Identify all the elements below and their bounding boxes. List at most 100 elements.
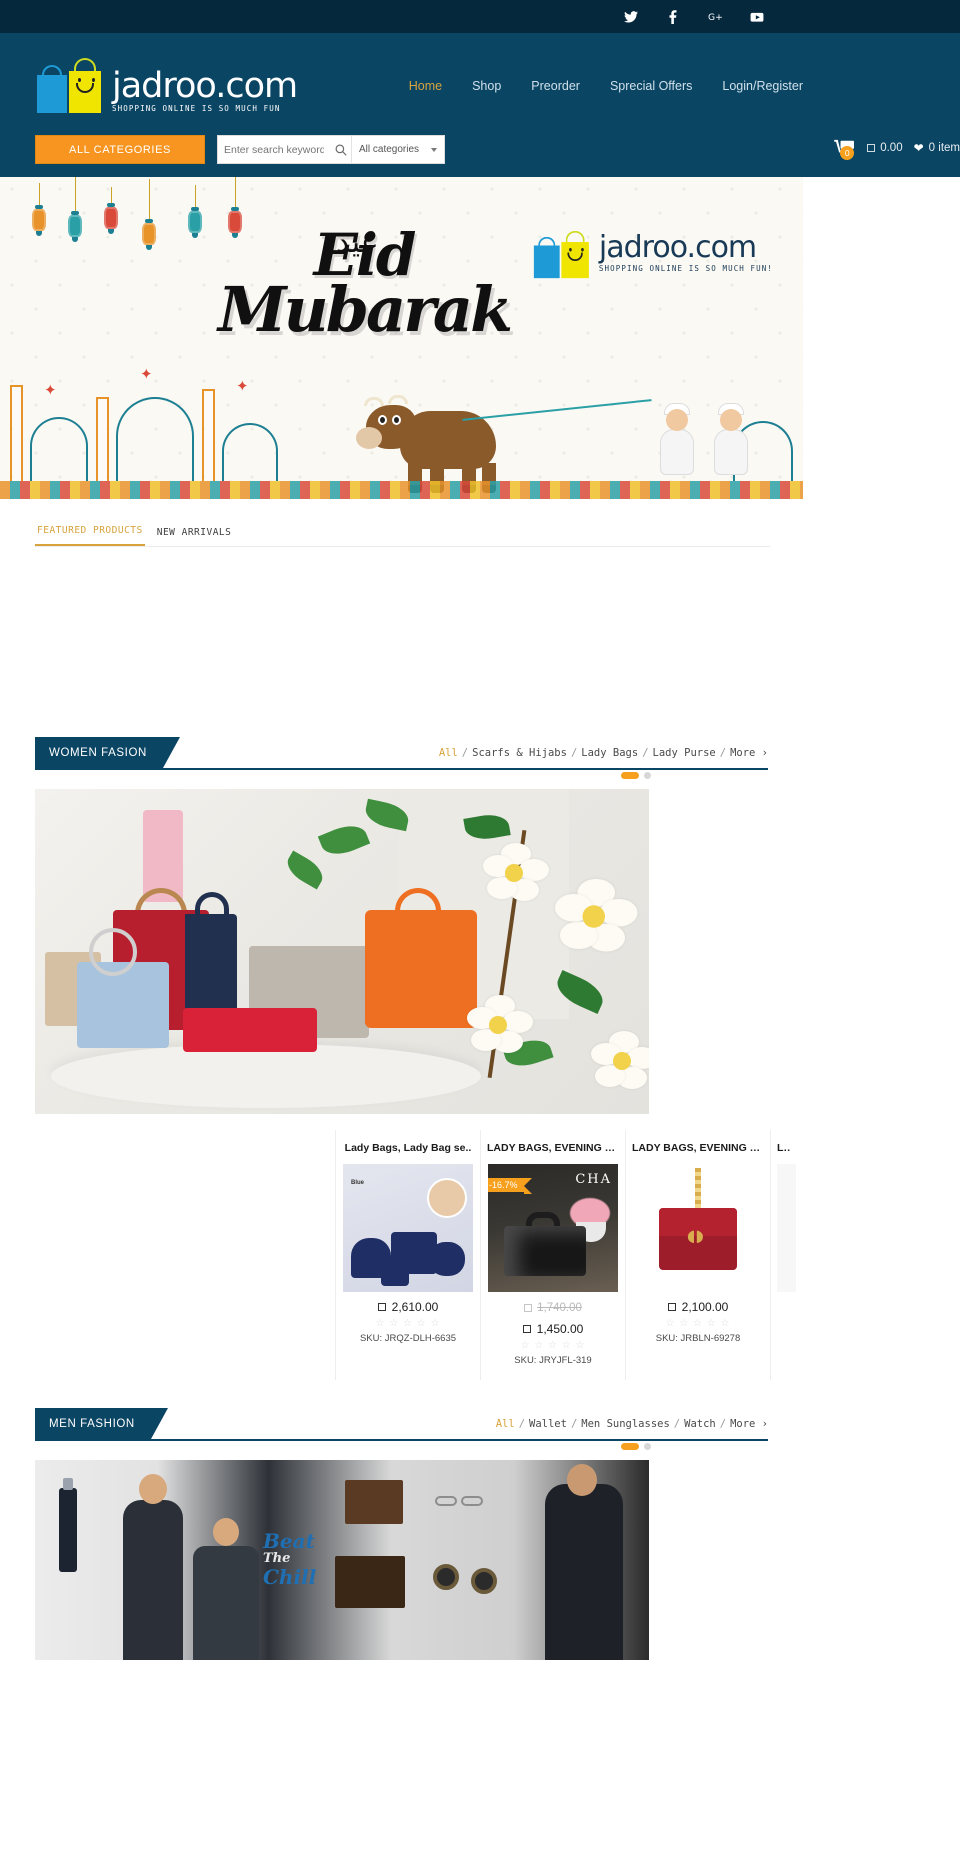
- taka-symbol-icon: [377, 1303, 386, 1311]
- model-3-head: [567, 1464, 597, 1496]
- category-select[interactable]: All categories: [352, 136, 444, 163]
- sunglasses-product-1: [435, 1496, 457, 1506]
- product-title[interactable]: LADY BAGS, EVENING B...: [487, 1142, 619, 1156]
- logo-tagline: SHOPPING ONLINE IS SO MUCH FUN: [112, 104, 281, 113]
- banner-logo-name: jadroo.com: [598, 230, 757, 265]
- watch-product-1: [433, 1564, 459, 1590]
- cart-area: 0 0.00 ❤ 0 item: [834, 139, 960, 160]
- product-price: 1,450.00: [487, 1322, 619, 1336]
- women-category-banner-image[interactable]: [35, 789, 649, 1114]
- nav-item-login-register[interactable]: Login/Register: [722, 79, 803, 93]
- banner-logo-bags-icon: [533, 230, 589, 279]
- eid-promo-banner[interactable]: عيد Eid Mubarak jadroo.com SHOPPING ONLI…: [0, 177, 803, 499]
- product-image[interactable]: ◖◗: [633, 1164, 763, 1292]
- women-link-all[interactable]: All: [439, 747, 458, 759]
- product-sku: SKU: JRYJFL-319: [514, 1355, 592, 1366]
- google-plus-icon[interactable]: G+: [708, 10, 722, 24]
- women-link-lady-bags[interactable]: Lady Bags: [581, 747, 638, 759]
- model-3: [545, 1484, 623, 1660]
- product-price-value: 2,100.00: [681, 1300, 729, 1314]
- chevron-down-icon: [431, 147, 437, 152]
- men-banner-text-bot: Chill: [263, 1565, 317, 1589]
- nav-item-preorder[interactable]: Preorder: [531, 79, 580, 93]
- women-link-more[interactable]: More ›: [730, 747, 768, 759]
- product-image[interactable]: Blue: [343, 1164, 473, 1292]
- taka-symbol-icon: [667, 1303, 676, 1311]
- model-1: [123, 1500, 183, 1660]
- svg-text:G+: G+: [708, 13, 722, 23]
- nav-item-special-offers[interactable]: Sprecial Offers: [610, 79, 692, 93]
- product-card[interactable]: LADY: [770, 1130, 796, 1380]
- taka-symbol-icon: [522, 1325, 531, 1333]
- tab-featured-products[interactable]: FEATURED PRODUCTS: [35, 521, 145, 546]
- men-banner-headline: Beat The Chill: [263, 1531, 317, 1589]
- model-1-head: [139, 1474, 167, 1504]
- carousel-dot-1[interactable]: [621, 772, 639, 779]
- facebook-icon[interactable]: [666, 9, 680, 24]
- product-rating[interactable]: ☆ ☆ ☆ ☆ ☆: [342, 1318, 474, 1329]
- men-category-banner-image[interactable]: Beat The Chill: [35, 1460, 649, 1660]
- men-link-watch[interactable]: Watch: [684, 1418, 716, 1430]
- women-product-row: Lady Bags, Lady Bag se.. Blue 2,610.00 ☆…: [35, 1130, 838, 1380]
- product-card[interactable]: LADY BAGS, EVENING B... -16.7% CHA 1,740…: [480, 1130, 625, 1380]
- taka-symbol-icon: [867, 144, 876, 152]
- cart-count-badge: 0: [840, 146, 855, 160]
- men-link-wallet[interactable]: Wallet: [529, 1418, 567, 1430]
- women-link-lady-purse[interactable]: Lady Purse: [653, 747, 716, 759]
- sunglasses-product-2: [461, 1496, 483, 1506]
- product-rating[interactable]: ☆ ☆ ☆ ☆ ☆: [487, 1340, 619, 1351]
- tab-new-arrivals[interactable]: NEW ARRIVALS: [155, 523, 234, 546]
- nav-item-home[interactable]: Home: [409, 79, 442, 93]
- women-carousel-dots: [621, 772, 651, 779]
- product-card[interactable]: Lady Bags, Lady Bag se.. Blue 2,610.00 ☆…: [335, 1130, 480, 1380]
- heart-icon: ❤: [913, 141, 924, 155]
- banner-logo-tagline: SHOPPING ONLINE IS SO MUCH FUN!: [598, 264, 773, 273]
- carousel-dot-2[interactable]: [644, 772, 651, 779]
- banner-logo: jadroo.com SHOPPING ONLINE IS SO MUCH FU…: [533, 227, 773, 279]
- main-navigation: Home Shop Preorder Sprecial Offers Login…: [409, 79, 803, 93]
- logo-name: jadroo.com: [112, 66, 298, 106]
- men-link-all[interactable]: All: [496, 1418, 515, 1430]
- cart-icon[interactable]: 0: [834, 139, 856, 160]
- search-input[interactable]: [218, 136, 330, 163]
- search-icon[interactable]: [330, 136, 352, 163]
- product-price-value: 1,450.00: [536, 1322, 584, 1336]
- site-logo[interactable]: jadroo.com SHOPPING ONLINE IS SO MUCH FU…: [36, 58, 298, 113]
- product-rating[interactable]: ☆ ☆ ☆ ☆ ☆: [632, 1318, 764, 1329]
- all-categories-button[interactable]: ALL CATEGORIES: [35, 135, 205, 164]
- product-old-price-value: 1,740.00: [537, 1302, 582, 1314]
- watch-product-2: [471, 1568, 497, 1594]
- product-tabs: FEATURED PRODUCTS NEW ARRIVALS: [35, 521, 770, 547]
- product-sku: SKU: JRQZ-DLH-6635: [359, 1333, 457, 1344]
- child-illustration-1: [660, 403, 694, 475]
- women-section-links: All / Scarfs & Hijabs / Lady Bags / Lady Pu…: [438, 746, 768, 759]
- product-title[interactable]: LADY BAGS, EVENING B...: [632, 1142, 764, 1156]
- men-section-title: MEN FASHION: [35, 1408, 168, 1439]
- youtube-icon[interactable]: [750, 10, 764, 24]
- section-women-fasion: WOMEN FASION All / Scarfs & Hijabs / Lady …: [0, 737, 803, 1380]
- wallet-product-2: [335, 1556, 405, 1608]
- top-bar: G+: [0, 0, 960, 33]
- wishlist-items[interactable]: ❤ 0 item: [914, 141, 960, 155]
- twitter-icon[interactable]: [624, 10, 638, 24]
- men-carousel-dots: [621, 1443, 651, 1450]
- product-title[interactable]: Lady Bags, Lady Bag se..: [342, 1142, 474, 1156]
- logo-bags-icon: [36, 58, 108, 113]
- product-image[interactable]: [777, 1164, 796, 1292]
- carousel-dot-2[interactable]: [644, 1443, 651, 1450]
- carousel-dot-1[interactable]: [621, 1443, 639, 1450]
- nav-item-shop[interactable]: Shop: [472, 79, 501, 93]
- product-price: 2,100.00: [632, 1300, 764, 1314]
- product-image[interactable]: -16.7% CHA: [488, 1164, 618, 1292]
- tab-content-panel: [0, 547, 803, 737]
- men-link-more[interactable]: More ›: [730, 1418, 768, 1430]
- product-title[interactable]: LADY: [777, 1142, 790, 1156]
- discount-badge: -16.7%: [488, 1178, 531, 1194]
- eid-arabic-text: عيد: [336, 225, 379, 260]
- site-header: jadroo.com SHOPPING ONLINE IS SO MUCH FU…: [0, 33, 960, 177]
- taka-symbol-icon: [524, 1304, 533, 1312]
- product-card[interactable]: LADY BAGS, EVENING B... ◖◗ 2,100.00 ☆ ☆ …: [625, 1130, 770, 1380]
- men-link-men-sunglasses[interactable]: Men Sunglasses: [581, 1418, 670, 1430]
- women-link-scarfs-hijabs[interactable]: Scarfs & Hijabs: [472, 747, 567, 759]
- category-select-value: All categories: [359, 144, 420, 155]
